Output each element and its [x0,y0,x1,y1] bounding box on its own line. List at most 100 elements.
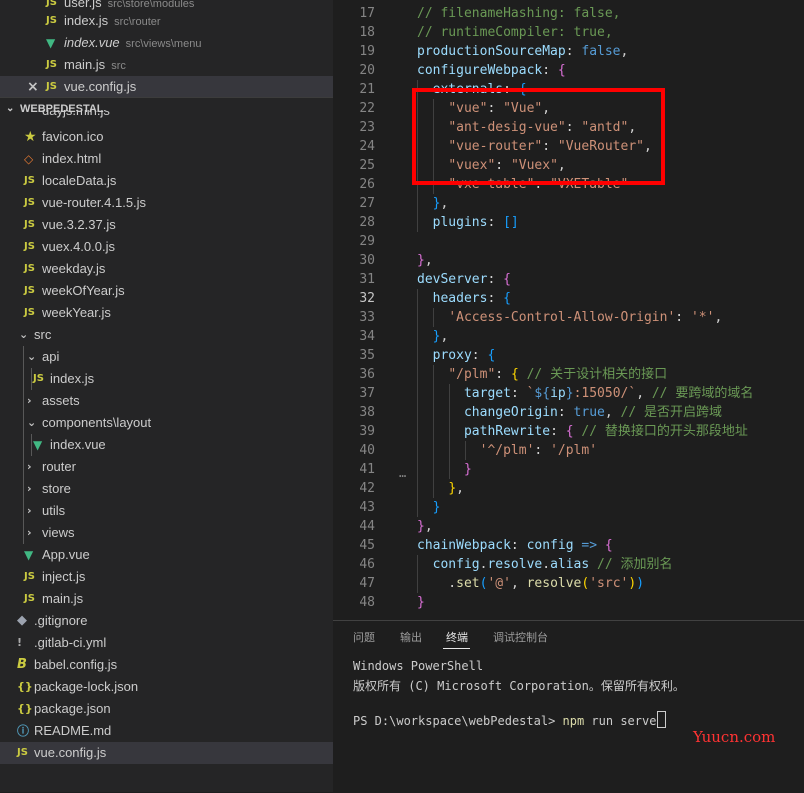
chevron-down-icon: ⌄ [27,350,37,363]
tab-terminal[interactable]: 终端 [446,629,468,645]
code-token: [] [503,215,519,230]
file-tree-item[interactable]: ⓘ README.md [0,720,333,742]
code-line: 46 config.resolve.alias // 添加别名 [333,555,804,574]
js-icon: JS [24,241,35,252]
file-tree-item[interactable]: › utils [0,500,333,522]
file-tree-item[interactable]: JS vue.3.2.37.js [0,214,333,236]
file-tree-item[interactable]: JS main.js [0,588,333,610]
file-name: favicon.ico [42,129,104,144]
file-tree-item[interactable]: › assets [0,390,333,412]
code-line: 17 // filenameHashing: false, [333,4,804,23]
file-tree-item[interactable]: JS inject.js [0,566,333,588]
file-name: components\layout [42,415,152,430]
file-tree-item[interactable]: JS localeData.js [0,170,333,192]
line-number: 22 [359,101,375,116]
line-number: 47 [359,576,375,591]
file-tree-item[interactable]: › router [0,456,333,478]
code-token: 'Access-Control-Allow-Origin' [448,310,676,325]
file-tree-item[interactable]: ★ favicon.ico [0,126,333,148]
open-editor-item[interactable]: ▼ index.vue src\views\menu [0,32,333,54]
file-tree-item[interactable]: ▼ App.vue [0,544,333,566]
file-tree-item[interactable]: JS vuex.4.0.0.js [0,236,333,258]
file-tree-item[interactable]: {} package.json [0,698,333,720]
chevron-down-icon: ⌄ [19,328,29,341]
terminal-line-1: Windows PowerShell [353,659,484,673]
line-number: 39 [359,424,375,439]
file-name: weekOfYear.js [42,283,125,298]
code-text: devServer: { [417,270,511,289]
code-token: { [565,424,574,439]
file-tree-item[interactable]: {} package-lock.json [0,676,333,698]
code-line: 32 headers: { [333,289,804,308]
code-line: 28 plugins: [] [333,213,804,232]
file-tree-item[interactable]: JS index.js [0,368,333,390]
code-token: '^/plm' [479,443,535,458]
terminal-prompt-line[interactable]: PS D:\workspace\webPedestal> npm run ser… [353,711,667,728]
file-name: src [34,327,52,342]
file-tree-item[interactable]: JS vue-router.4.1.5.js [0,192,333,214]
code-text: pathRewrite: { // 替换接口的开头那段地址 [417,422,748,441]
open-editor-label: main.js src [64,54,126,77]
file-name: index.vue [50,437,106,452]
file-tree-item[interactable]: ▼ index.vue [0,434,333,456]
line-number: 26 [359,177,375,192]
code-token: chainWebpack [417,538,511,553]
code-line: 38 changeOrigin: true, // 是否开启跨域 [333,403,804,422]
open-editor-item[interactable]: × JS vue.config.js [0,76,333,98]
line-number: 18 [359,25,375,40]
file-tree-item[interactable]: ⌄ src [0,324,333,346]
file-name: index.js [64,13,109,28]
code-token: false [581,44,621,59]
code-token: // 是否开启跨域 [620,405,722,420]
file-tree-item-partial[interactable]: dayjs.min.js [0,110,333,124]
file-tree-item[interactable]: JS weekday.js [0,258,333,280]
indent-guide [31,368,32,390]
file-tree-item[interactable]: ◇ index.html [0,148,333,170]
active-tab-indicator [443,648,470,649]
file-tree-item[interactable]: ! .gitlab-ci.yml [0,632,333,654]
code-token: plugins [432,215,488,230]
file-tree-item[interactable]: JS weekOfYear.js [0,280,333,302]
chevron-right-icon: › [27,482,32,495]
line-number: 19 [359,44,375,59]
open-editor-item[interactable]: JS main.js src [0,54,333,76]
tab-problems[interactable]: 问题 [353,629,375,645]
line-number: 34 [359,329,375,344]
terminal-prompt: PS D:\workspace\webPedestal> [353,714,563,728]
file-tree-item[interactable]: Bbabel.config.js [0,654,333,676]
code-line: 19 productionSourceMap: false, [333,42,804,61]
file-tree-item[interactable]: › store [0,478,333,500]
file-tree-item[interactable]: ◆ .gitignore [0,610,333,632]
file-path-description: src\views\menu [125,38,202,50]
file-tree-item[interactable]: ⌄ api [0,346,333,368]
line-number: 20 [359,63,375,78]
code-text: }, [417,251,433,270]
open-editor-item[interactable]: JS index.js src\router [0,10,333,32]
file-tree-item[interactable]: ⌄ components\layout [0,412,333,434]
code-text: } [417,498,441,517]
file-name: package-lock.json [34,679,139,694]
indent-guide [31,434,32,456]
code-token: : [542,63,558,78]
code-token: } [417,519,425,534]
code-token: configureWebpack [417,63,543,78]
file-name: README.md [34,723,112,738]
close-icon[interactable]: × [27,76,39,98]
file-tree-item[interactable]: › views [0,522,333,544]
tab-output[interactable]: 输出 [400,629,422,645]
js-icon: JS [24,307,35,318]
tab-debug-console[interactable]: 调试控制台 [493,629,548,645]
file-tree-item[interactable]: JS vue.config.js [0,742,333,764]
code-line: 29 [333,232,804,251]
code-token: , [510,576,527,591]
file-name: babel.config.js [34,657,118,672]
babel-icon: B [17,657,27,672]
code-token: , [424,253,433,268]
file-tree-item[interactable]: JS weekYear.js [0,302,333,324]
